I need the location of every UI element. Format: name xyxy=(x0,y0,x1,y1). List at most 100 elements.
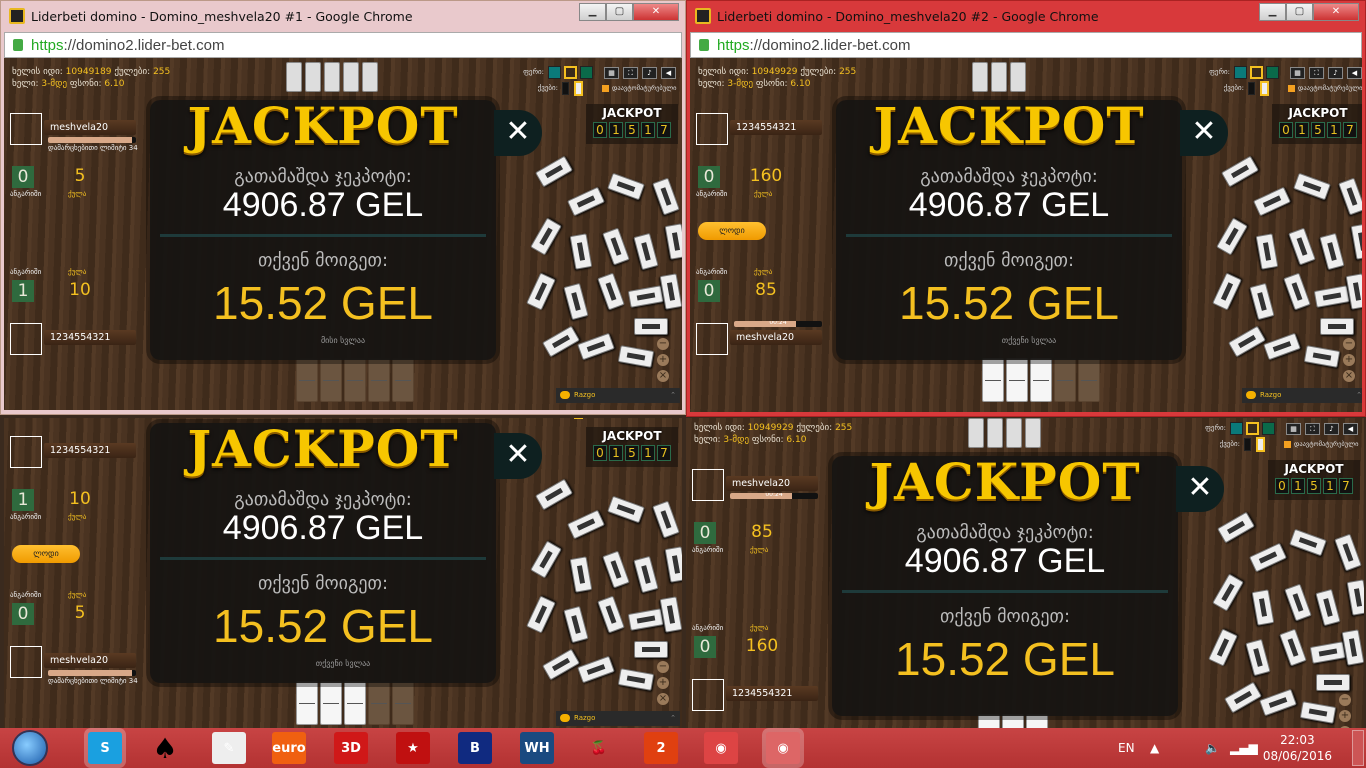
domino-tile[interactable] xyxy=(296,681,318,725)
domino-tile[interactable] xyxy=(1006,358,1028,402)
color-swatch[interactable] xyxy=(1266,66,1279,79)
back-icon[interactable]: ◀ xyxy=(1347,67,1362,79)
chevron-up-icon[interactable]: ⌃ xyxy=(670,711,676,726)
network-icon[interactable]: ▂▄▆ xyxy=(1230,728,1258,768)
fullscreen-icon[interactable]: ⛶ xyxy=(623,67,638,79)
taskbar-skype-icon[interactable]: S xyxy=(88,732,122,764)
turn-timer-bar: 00:24 xyxy=(734,321,822,327)
color-swatch[interactable] xyxy=(1234,66,1247,79)
tile-style-light[interactable] xyxy=(1260,81,1269,96)
domino-tile[interactable] xyxy=(1026,714,1048,728)
auto-checkbox[interactable] xyxy=(602,85,609,92)
jackpot-dialog: JACKPOT გათამაშდა ჯეკპოტი: 4906.87 GEL თქვე… xyxy=(150,96,496,360)
show-hidden-icons[interactable]: ▲ xyxy=(1150,728,1159,768)
close-dialog-button[interactable]: ✕ xyxy=(494,110,542,156)
jackpot-digit: 5 xyxy=(625,122,639,138)
sound-icon[interactable]: ♪ xyxy=(1328,67,1343,79)
reset-icon[interactable]: × xyxy=(1343,370,1355,382)
grid-icon[interactable]: ▦ xyxy=(1290,67,1305,79)
taskbar-chrome-2-icon[interactable]: ◉ xyxy=(766,732,800,764)
domino-tile[interactable] xyxy=(320,681,342,725)
tile-style-light[interactable] xyxy=(574,81,583,96)
boneyard-tile xyxy=(1341,629,1364,666)
tile-style-light[interactable] xyxy=(574,418,583,419)
tile-style-dark[interactable] xyxy=(562,82,569,95)
settings-panel: ფერი:ქვები:▦⛶♪◀დაავტომატურებული xyxy=(504,418,680,419)
domino-tile[interactable] xyxy=(982,358,1004,402)
url-host: ://domino2.lider-bet.com xyxy=(63,36,225,54)
color-swatch[interactable] xyxy=(1246,422,1259,435)
zoom-in-icon[interactable]: + xyxy=(657,677,669,689)
avatar xyxy=(696,113,728,145)
grid-icon[interactable]: ▦ xyxy=(1286,423,1301,435)
color-swatch[interactable] xyxy=(1262,422,1275,435)
show-desktop-button[interactable] xyxy=(1352,730,1364,766)
maximize-button[interactable]: ▢ xyxy=(606,3,633,21)
grid-icon[interactable]: ▦ xyxy=(604,67,619,79)
chevron-up-icon[interactable]: ⌃ xyxy=(1356,388,1362,403)
domino-tile[interactable] xyxy=(368,681,390,725)
back-icon[interactable]: ◀ xyxy=(661,67,676,79)
minimize-button[interactable]: ▁ xyxy=(1259,3,1286,21)
domino-tile[interactable] xyxy=(1078,358,1100,402)
wait-button[interactable]: ლოდი xyxy=(12,545,80,563)
taskbar-wh-app-icon[interactable]: WH xyxy=(520,732,554,764)
color-swatch[interactable] xyxy=(548,66,561,79)
color-swatch[interactable] xyxy=(564,66,577,79)
address-bar[interactable]: https://domino2.lider-bet.com xyxy=(690,32,1362,58)
taskbar-spade-icon[interactable]: ♠ xyxy=(148,732,182,765)
zoom-in-icon[interactable]: + xyxy=(1343,354,1355,366)
domino-tile[interactable] xyxy=(1002,714,1024,728)
reset-icon[interactable]: × xyxy=(657,693,669,705)
auto-checkbox[interactable] xyxy=(1288,85,1295,92)
start-button[interactable] xyxy=(12,730,48,766)
minimize-button[interactable]: ▁ xyxy=(579,3,606,21)
maximize-button[interactable]: ▢ xyxy=(1286,3,1313,21)
chat-bar[interactable]: Razgo ⌃ xyxy=(556,388,680,403)
close-window-button[interactable]: ✕ xyxy=(633,3,679,21)
boneyard-tile xyxy=(1303,345,1341,368)
address-bar[interactable]: https://domino2.lider-bet.com xyxy=(4,32,682,58)
fullscreen-icon[interactable]: ⛶ xyxy=(1305,423,1320,435)
chat-bar[interactable]: Razgo ⌃ xyxy=(1242,388,1362,403)
close-window-button[interactable]: ✕ xyxy=(1313,3,1359,21)
close-dialog-button[interactable]: ✕ xyxy=(1176,466,1224,512)
taskbar-3d-poker-icon[interactable]: 3D xyxy=(334,732,368,764)
zoom-in-icon[interactable]: + xyxy=(657,354,669,366)
language-indicator[interactable]: EN xyxy=(1118,728,1135,768)
chevron-up-icon[interactable]: ⌃ xyxy=(670,388,676,403)
tile-style-dark[interactable] xyxy=(1248,82,1255,95)
taskbar-2-app-icon[interactable]: 2 xyxy=(644,732,678,764)
taskbar-pokerstars-icon[interactable]: ★ xyxy=(396,732,430,764)
wait-button[interactable]: ლოდი xyxy=(698,222,766,240)
reset-icon[interactable]: × xyxy=(657,370,669,382)
taskbar-b-app-icon[interactable]: B xyxy=(458,732,492,764)
sound-icon[interactable]: ♪ xyxy=(642,67,657,79)
zoom-out-icon[interactable]: − xyxy=(1339,694,1351,706)
domino-tile[interactable] xyxy=(1054,358,1076,402)
taskbar-app-red-green-icon[interactable]: ✎ xyxy=(212,732,246,764)
clock[interactable]: 22:03 08/06/2016 xyxy=(1263,732,1332,764)
close-dialog-button[interactable]: ✕ xyxy=(494,433,542,479)
sound-icon[interactable]: ♪ xyxy=(1324,423,1339,435)
taskbar-chrome-1-icon[interactable]: ◉ xyxy=(704,732,738,764)
close-dialog-button[interactable]: ✕ xyxy=(1180,110,1228,156)
taskbar-euro-icon[interactable]: euro xyxy=(272,732,306,764)
volume-icon[interactable]: 🔈 xyxy=(1205,728,1220,768)
domino-tile[interactable] xyxy=(344,681,366,725)
domino-tile[interactable] xyxy=(1030,358,1052,402)
chat-bar[interactable]: Razgo ⌃ xyxy=(556,711,680,726)
fullscreen-icon[interactable]: ⛶ xyxy=(1309,67,1324,79)
domino-tile[interactable] xyxy=(978,714,1000,728)
color-swatch[interactable] xyxy=(1250,66,1263,79)
domino-tile[interactable] xyxy=(392,681,414,725)
zoom-in-icon[interactable]: + xyxy=(1339,710,1351,722)
tile-style-dark[interactable] xyxy=(1244,438,1251,451)
color-swatch[interactable] xyxy=(580,66,593,79)
taskbar-cherries-icon[interactable]: 🍒 xyxy=(582,732,616,764)
score-label: ანგარიში xyxy=(692,624,724,632)
back-icon[interactable]: ◀ xyxy=(1343,423,1358,435)
color-swatch[interactable] xyxy=(1230,422,1243,435)
tile-style-light[interactable] xyxy=(1256,437,1265,452)
auto-checkbox[interactable] xyxy=(1284,441,1291,448)
